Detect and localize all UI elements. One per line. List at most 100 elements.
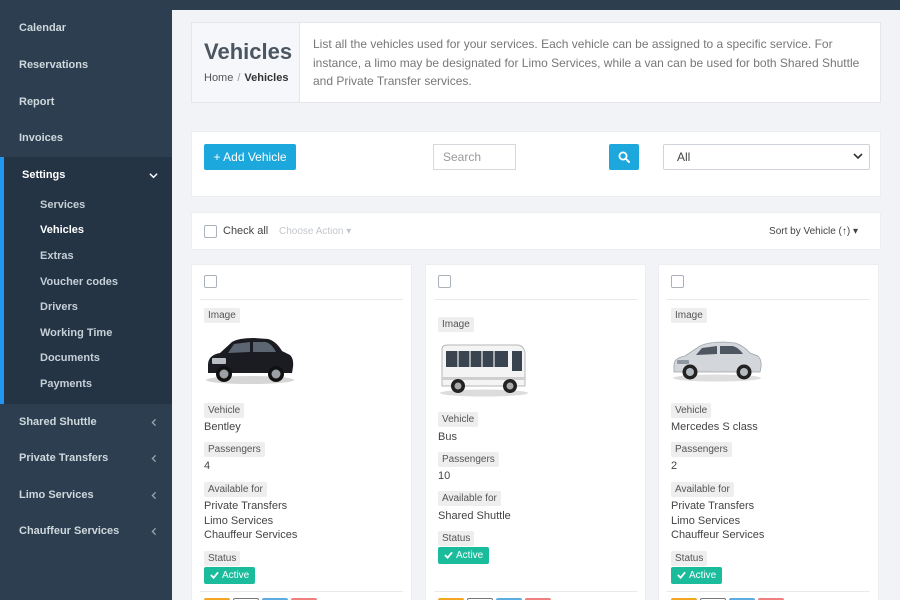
search-icon [618,151,630,163]
service-name: Shared Shuttle [438,510,511,522]
sidebar-item-label: Limo Services [19,489,94,501]
sidebar-item-reservations[interactable]: Reservations [0,47,172,83]
status-badge: Active [204,567,256,584]
card-checkbox[interactable] [204,275,217,288]
sidebar-item-label: Private Transfers [19,452,109,464]
sidebar-item-label: Invoices [19,132,64,144]
check-all-checkbox[interactable] [204,225,217,238]
passengers-value: 2 [671,460,678,472]
status-text: Active [456,550,484,561]
divider [434,591,637,592]
vehicle-label: Vehicle [204,403,245,418]
chevron-down-icon [149,157,158,193]
divider [667,299,870,300]
filter-select[interactable]: All [663,144,870,170]
chevron-down-icon [853,145,863,169]
passengers-label: Passengers [438,452,499,467]
sidebar-item-chauffeur-services[interactable]: Chauffeur Services [0,513,172,549]
card-checkbox[interactable] [438,275,451,288]
service-name: Private Transfers [204,500,288,512]
divider [667,591,870,592]
vehicle-image [206,338,294,384]
divider [200,591,403,592]
vehicle-label: Vehicle [438,412,479,427]
vehicle-label: Vehicle [671,403,712,418]
sidebar-item-label: Chauffeur Services [19,525,120,537]
available-for-label: Available for [438,491,501,506]
available-for-label: Available for [671,482,734,497]
sidebar-subitem-documents[interactable]: Documents [40,352,100,364]
sidebar-subitem-voucher-codes[interactable]: Voucher codes [40,276,118,288]
sidebar-item-label: Report [19,96,55,108]
status-label: Status [671,551,708,566]
sidebar-item-label: Reservations [19,59,89,71]
vehicle-name: Mercedes S class [671,421,758,433]
breadcrumb-separator: / [237,72,241,84]
sort-dropdown[interactable]: Sort by Vehicle (↑) ▾ [769,226,858,237]
status-text: Active [689,570,717,581]
card-checkbox[interactable] [671,275,684,288]
title-box: Vehicles Home / Vehicles [192,23,300,102]
toolbar: + Add Vehicle All [191,131,881,197]
search-input[interactable] [433,144,516,170]
sidebar-item-limo-services[interactable]: Limo Services [0,477,172,513]
chevron-left-icon [150,513,158,549]
sidebar-item-invoices[interactable]: Invoices [0,120,172,156]
sidebar-item-private-transfers[interactable]: Private Transfers [0,440,172,476]
sidebar-item-shared-shuttle[interactable]: Shared Shuttle [0,404,172,440]
sidebar-subitem-drivers[interactable]: Drivers [40,301,78,313]
service-name: Chauffeur Services [671,529,765,541]
service-name: Private Transfers [671,500,755,512]
filter-select-value: All [677,150,691,164]
passengers-label: Passengers [204,442,265,457]
check-icon [677,571,686,580]
sidebar: Calendar Reservations Report Invoices Se… [0,0,172,600]
service-name: Limo Services [671,514,741,527]
vehicle-image [440,344,528,397]
service-name: Limo Services [204,514,274,527]
sidebar-subitem-vehicles[interactable]: Vehicles [40,224,84,236]
status-badge: Active [671,567,723,584]
sidebar-subitem-payments[interactable]: Payments [40,378,92,390]
bulk-action-bar: Check all Choose Action ▾ Sort by Vehicl… [191,212,881,250]
status-label: Status [204,551,241,566]
sidebar-subitem-services[interactable]: Services [40,199,85,211]
divider [434,299,637,300]
passengers-label: Passengers [671,442,732,457]
sidebar-subitem-working-time[interactable]: Working Time [40,327,112,339]
sidebar-item-calendar[interactable]: Calendar [0,10,172,46]
vehicle-name: Bentley [204,421,241,433]
passengers-value: 4 [204,460,211,472]
status-text: Active [222,570,250,581]
add-vehicle-button[interactable]: + Add Vehicle [204,144,296,170]
available-for-value: Private Transfers Limo Services Chauffeu… [204,499,297,543]
page-description: List all the vehicles used for your serv… [313,37,860,88]
breadcrumb-current: Vehicles [244,72,289,84]
chevron-left-icon [150,440,158,476]
sidebar-item-label: Settings [22,169,66,181]
available-for-value: Shared Shuttle [438,509,511,524]
sidebar-item-report[interactable]: Report [0,84,172,120]
available-for-value: Private Transfers Limo Services Chauffeu… [671,499,764,543]
breadcrumb: Home / Vehicles [204,72,288,84]
page-title: Vehicles [204,39,293,64]
sidebar-item-label: Shared Shuttle [19,416,97,428]
status-badge: Active [438,547,490,564]
choose-action-dropdown[interactable]: Choose Action ▾ [279,226,351,237]
page-header: Vehicles Home / Vehicles List all the vehi… [191,22,881,103]
check-all-label[interactable]: Check all [223,225,268,237]
chevron-left-icon [150,477,158,513]
sidebar-subitem-extras[interactable]: Extras [40,250,74,262]
settings-submenu [0,193,172,404]
image-label: Image [204,308,240,323]
image-label: Image [671,308,707,323]
service-name: Chauffeur Services [204,529,298,541]
vehicle-name: Bus [438,431,457,443]
vehicle-image [673,341,762,382]
breadcrumb-home-link[interactable]: Home [204,72,233,84]
vehicle-card: Image Vehicle Mercedes S class Passenger… [658,264,879,600]
passengers-value: 10 [438,470,451,482]
search-button[interactable] [609,144,639,170]
sidebar-item-settings[interactable]: Settings [0,157,172,193]
check-icon [210,571,219,580]
